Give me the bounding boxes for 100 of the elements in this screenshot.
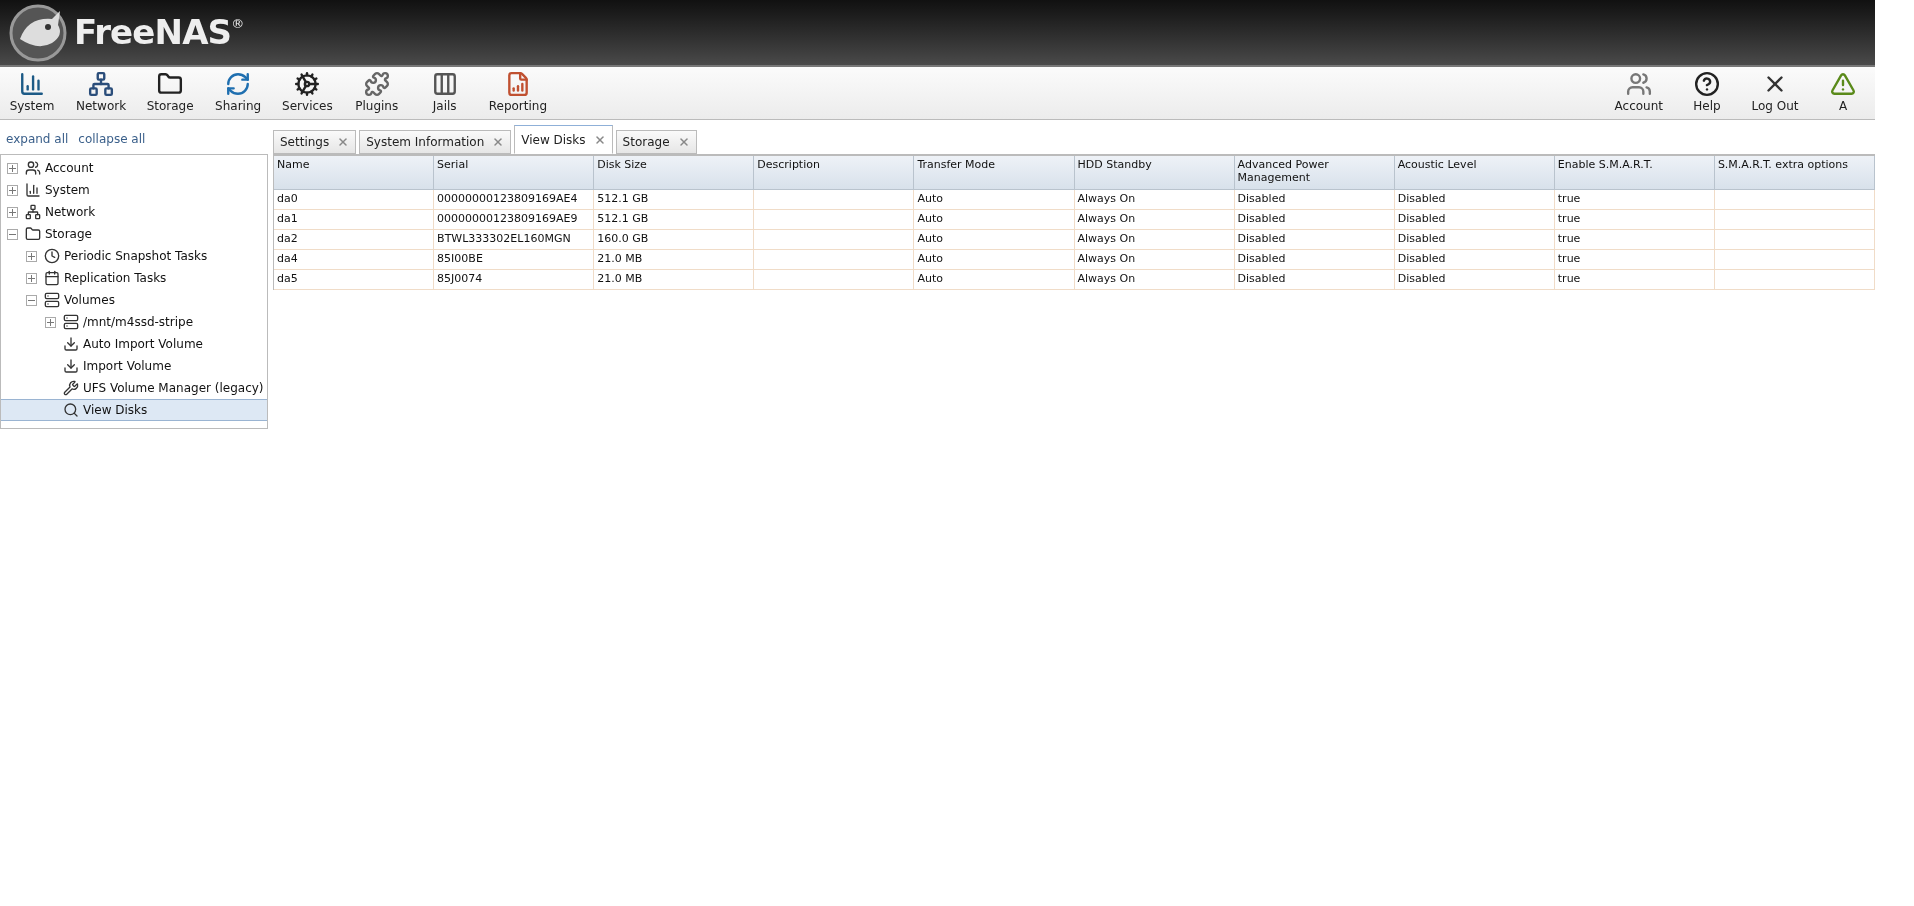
table-cell: Disabled — [1234, 210, 1395, 230]
collapse-toggle-icon[interactable] — [7, 228, 18, 240]
network-icon — [25, 204, 41, 220]
column-header[interactable]: Description — [754, 156, 915, 190]
table-cell: true — [1554, 210, 1715, 230]
table-cell: true — [1554, 230, 1715, 250]
tree-item[interactable]: View Disks — [1, 399, 267, 421]
toolbar-button[interactable]: Log Out — [1743, 68, 1807, 118]
collapse-toggle-icon[interactable] — [26, 294, 37, 306]
table-cell: Always On — [1074, 270, 1235, 290]
toolbar-button[interactable]: Help — [1675, 68, 1739, 118]
tree-item[interactable]: Auto Import Volume — [1, 333, 267, 355]
tab[interactable]: Settings — [273, 130, 357, 154]
table-cell: Always On — [1074, 210, 1235, 230]
table-cell: true — [1554, 250, 1715, 270]
calendar-icon — [44, 270, 60, 286]
toolbar-button[interactable]: Network — [68, 68, 135, 118]
expand-toggle-icon[interactable] — [45, 316, 56, 328]
close-icon[interactable] — [593, 133, 606, 146]
table-cell: Disabled — [1234, 230, 1395, 250]
database-icon — [44, 292, 60, 308]
tree-item[interactable]: System — [1, 179, 267, 201]
column-header[interactable]: Advanced Power Management — [1234, 156, 1395, 190]
tree-link[interactable]: expand all — [6, 130, 69, 148]
table-cell: 00000000123809169AE4 — [434, 190, 595, 210]
help-icon — [1694, 71, 1720, 97]
toolbar-button[interactable]: System — [0, 68, 64, 118]
puzzle-icon — [363, 71, 390, 97]
table-cell: da0 — [274, 190, 435, 210]
table-cell: 160.0 GB — [594, 230, 755, 250]
table-cell: Auto — [914, 230, 1075, 250]
table-cell: 85I00BE — [434, 250, 595, 270]
table-cell: Always On — [1074, 190, 1235, 210]
users-icon — [25, 160, 41, 176]
close-icon[interactable] — [492, 136, 505, 148]
column-header[interactable]: S.M.A.R.T. extra options — [1714, 156, 1875, 190]
brand-name: FreeNAS — [74, 11, 232, 54]
tree-item[interactable]: Import Volume — [1, 355, 267, 377]
table-cell: Disabled — [1234, 250, 1395, 270]
column-header[interactable]: HDD Standby — [1074, 156, 1235, 190]
tree-item[interactable]: UFS Volume Manager (legacy) — [1, 377, 267, 399]
toolbar-button[interactable]: Reporting — [480, 68, 556, 118]
table-cell: Disabled — [1394, 230, 1555, 250]
database-icon — [63, 314, 79, 330]
toolbar-button[interactable]: Sharing — [206, 68, 271, 118]
folder-icon — [25, 226, 41, 242]
tab[interactable]: View Disks — [514, 125, 613, 154]
tree-item[interactable]: Network — [1, 201, 267, 223]
tab[interactable]: Storage — [615, 130, 697, 154]
table-cell: true — [1554, 190, 1715, 210]
table-cell: 512.1 GB — [594, 210, 755, 230]
toolbar-button[interactable]: Jails — [412, 68, 477, 118]
search-icon — [63, 402, 79, 418]
alert-icon — [1830, 71, 1856, 97]
bars-icon — [431, 71, 458, 97]
expand-toggle-icon[interactable] — [7, 162, 18, 174]
wrench-icon — [63, 380, 79, 396]
column-header[interactable]: Acoustic Level — [1394, 156, 1555, 190]
tree-link[interactable]: collapse all — [78, 130, 146, 148]
table-cell: Auto — [914, 250, 1075, 270]
toolbar-button[interactable]: Storage — [138, 68, 203, 118]
import-icon — [63, 358, 79, 374]
table-cell: da4 — [274, 250, 435, 270]
column-header[interactable]: Transfer Mode — [914, 156, 1075, 190]
expand-toggle-icon[interactable] — [7, 184, 18, 196]
toolbar-button[interactable]: Account — [1606, 68, 1671, 118]
table-cell: Always On — [1074, 250, 1235, 270]
table-cell: 85J0074 — [434, 270, 595, 290]
table-cell: Disabled — [1234, 270, 1395, 290]
close-icon[interactable] — [677, 136, 690, 148]
gear-icon — [294, 71, 321, 97]
tree-item[interactable]: Volumes — [1, 289, 267, 311]
tab[interactable]: System Information — [359, 130, 512, 154]
table-cell: Disabled — [1394, 270, 1555, 290]
toolbar-button[interactable]: Plugins — [344, 68, 409, 118]
table-cell: da1 — [274, 210, 435, 230]
tree-item[interactable]: Replication Tasks — [1, 267, 267, 289]
expand-toggle-icon[interactable] — [26, 250, 37, 262]
column-header[interactable]: Serial — [434, 156, 595, 190]
folder-icon — [157, 71, 184, 97]
chart-icon — [19, 71, 45, 97]
registered-mark: ® — [231, 15, 245, 33]
column-header[interactable]: Disk Size — [594, 156, 755, 190]
tree-item[interactable]: Periodic Snapshot Tasks — [1, 245, 267, 267]
toolbar-button[interactable]: A — [1811, 68, 1875, 118]
tree-item[interactable]: Account — [1, 157, 267, 179]
table-cell: Auto — [914, 190, 1075, 210]
tree-item[interactable]: /mnt/m4ssd-stripe — [1, 311, 267, 333]
chart-icon — [25, 182, 41, 198]
expand-toggle-icon[interactable] — [26, 272, 37, 284]
close-icon[interactable] — [337, 136, 350, 148]
table-cell: Disabled — [1394, 210, 1555, 230]
sharing-icon — [225, 71, 252, 97]
tree-item[interactable]: Storage — [1, 223, 267, 245]
expand-toggle-icon[interactable] — [7, 206, 18, 218]
toolbar-button[interactable]: Services — [274, 68, 341, 118]
clock-icon — [44, 248, 60, 264]
column-header[interactable]: Name — [274, 156, 435, 190]
table-cell: da5 — [274, 270, 435, 290]
column-header[interactable]: Enable S.M.A.R.T. — [1554, 156, 1715, 190]
